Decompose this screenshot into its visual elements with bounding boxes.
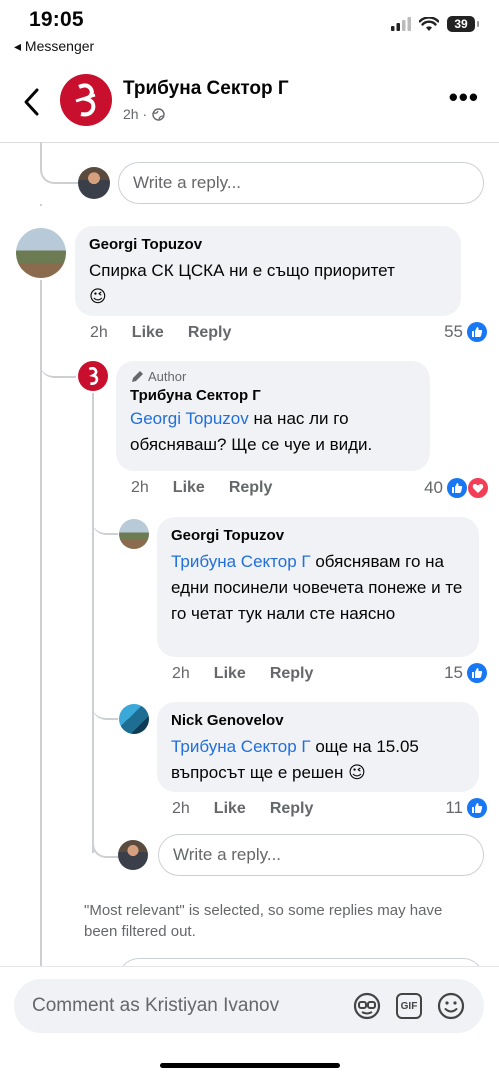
- thread-connector: [92, 505, 118, 535]
- thread-line: [40, 280, 42, 970]
- reply-input[interactable]: Write a reply...: [158, 834, 484, 876]
- thread-connector: [92, 690, 118, 720]
- reply-input-placeholder: Write a reply...: [173, 845, 282, 864]
- post-time: 2h ·: [123, 106, 165, 122]
- thread-connector: [40, 350, 76, 378]
- reaction-count[interactable]: 40: [424, 477, 489, 499]
- current-user-avatar: [78, 167, 110, 199]
- reaction-count[interactable]: 15: [444, 663, 487, 683]
- comment-author[interactable]: Georgi Topuzov: [89, 236, 447, 253]
- comment-text: Georgi Topuzov на нас ли го обясняваш? Щ…: [130, 406, 416, 458]
- comment-bubble: Author Трибуна Сектор Г Georgi Topuzov н…: [116, 361, 430, 471]
- commenter-avatar[interactable]: [16, 228, 66, 278]
- author-avatar[interactable]: [78, 361, 108, 391]
- reply-button[interactable]: Reply: [229, 479, 273, 497]
- reply-button[interactable]: Reply: [270, 800, 314, 818]
- reaction-count-value: 11: [445, 798, 463, 817]
- thread-line: [40, 204, 42, 206]
- back-to-messenger-link[interactable]: ◂ Messenger: [14, 38, 94, 55]
- reaction-count[interactable]: 11: [445, 798, 487, 818]
- composer-actions: GIF: [352, 991, 466, 1021]
- comment-time: 2h: [131, 479, 149, 496]
- back-arrow-icon[interactable]: [18, 84, 46, 120]
- comment-input[interactable]: Comment as Kristiyan Ivanov GIF: [14, 979, 484, 1033]
- comment-actions: 2h Like Reply: [172, 800, 313, 818]
- comment-time: 2h: [172, 800, 190, 817]
- like-button[interactable]: Like: [214, 665, 246, 683]
- globe-icon: [152, 107, 165, 121]
- page-title[interactable]: Трибуна Сектор Г: [123, 78, 289, 100]
- author-badge-label: Author: [148, 369, 187, 384]
- reaction-count-value: 15: [444, 663, 463, 682]
- club-logo-icon: [88, 367, 99, 385]
- comment-actions: 2h Like Reply: [90, 324, 231, 342]
- comment-text: Трибуна Сектор Г обяснявам го на едни по…: [171, 549, 465, 627]
- filter-notice: "Most relevant" is selected, so some rep…: [84, 902, 443, 940]
- avatar-sticker-icon[interactable]: [352, 991, 382, 1021]
- wifi-icon: [419, 16, 439, 31]
- current-user-avatar: [118, 840, 148, 870]
- club-logo-icon: [75, 83, 96, 117]
- thread-line: [92, 393, 94, 853]
- reaction-count-value: 40: [424, 478, 443, 497]
- like-reaction-icon: [467, 322, 487, 342]
- like-button[interactable]: Like: [173, 479, 205, 497]
- mention-link[interactable]: Georgi Topuzov: [130, 409, 249, 428]
- comment-bubble: Georgi Topuzov Спирка СК ЦСКА ни е също …: [75, 226, 461, 316]
- author-badge: Author: [130, 369, 416, 384]
- cellular-signal-icon: [391, 17, 411, 31]
- page-avatar[interactable]: [60, 74, 112, 126]
- like-button[interactable]: Like: [132, 324, 164, 342]
- love-reaction-icon: [467, 477, 489, 499]
- comment-text: Трибуна Сектор Г още на 15.05 въпросът щ…: [171, 734, 465, 786]
- wink-emoji: 😉: [348, 763, 366, 782]
- comment-actions: 2h Like Reply: [172, 665, 313, 683]
- emoji-icon[interactable]: [436, 991, 466, 1021]
- comment-author[interactable]: Georgi Topuzov: [171, 527, 465, 544]
- post-time-text: 2h ·: [123, 106, 148, 122]
- comment-bubble: Georgi Topuzov Трибуна Сектор Г обяснява…: [157, 517, 479, 657]
- reaction-count[interactable]: 55: [444, 322, 487, 342]
- reply-input-placeholder: Write a reply...: [133, 173, 242, 192]
- comment-text: Спирка СК ЦСКА ни е също приоритет 😉: [89, 258, 447, 310]
- more-options-icon[interactable]: •••: [449, 84, 479, 110]
- pencil-icon: [132, 370, 143, 382]
- home-indicator: [160, 1063, 340, 1068]
- like-reaction-icon: [447, 478, 467, 498]
- status-icons: 39: [391, 16, 479, 32]
- comment-bubble: Nick Genovelov Трибуна Сектор Г още на 1…: [157, 702, 479, 792]
- comment-text-body: Спирка СК ЦСКА ни е също приоритет: [89, 261, 395, 280]
- mention-link[interactable]: Трибуна Сектор Г: [171, 552, 311, 571]
- battery-icon: 39: [447, 16, 479, 32]
- like-reaction-icon: [467, 798, 487, 818]
- gif-icon-label: GIF: [400, 1000, 418, 1012]
- thread-connector: [92, 830, 120, 858]
- comment-time: 2h: [172, 665, 190, 682]
- comment-time: 2h: [90, 324, 108, 341]
- comment-input-placeholder: Comment as Kristiyan Ivanov: [32, 995, 280, 1016]
- gif-icon[interactable]: GIF: [396, 993, 422, 1019]
- thread-connector: [40, 142, 78, 184]
- wink-emoji: 😉: [89, 287, 107, 306]
- post-header: Трибуна Сектор Г 2h · •••: [0, 62, 499, 143]
- mention-link[interactable]: Трибуна Сектор Г: [171, 737, 311, 756]
- comment-actions: 2h Like Reply: [131, 479, 272, 497]
- comment-author[interactable]: Nick Genovelov: [171, 712, 465, 729]
- comment-author[interactable]: Трибуна Сектор Г: [130, 387, 416, 404]
- like-button[interactable]: Like: [214, 800, 246, 818]
- reply-button[interactable]: Reply: [188, 324, 232, 342]
- commenter-avatar[interactable]: [119, 519, 149, 549]
- reaction-count-value: 55: [444, 322, 463, 341]
- like-reaction-icon: [467, 663, 487, 683]
- reply-input[interactable]: Write a reply...: [118, 162, 484, 204]
- status-time: 19:05: [29, 8, 84, 31]
- reply-button[interactable]: Reply: [270, 665, 314, 683]
- commenter-avatar[interactable]: [119, 704, 149, 734]
